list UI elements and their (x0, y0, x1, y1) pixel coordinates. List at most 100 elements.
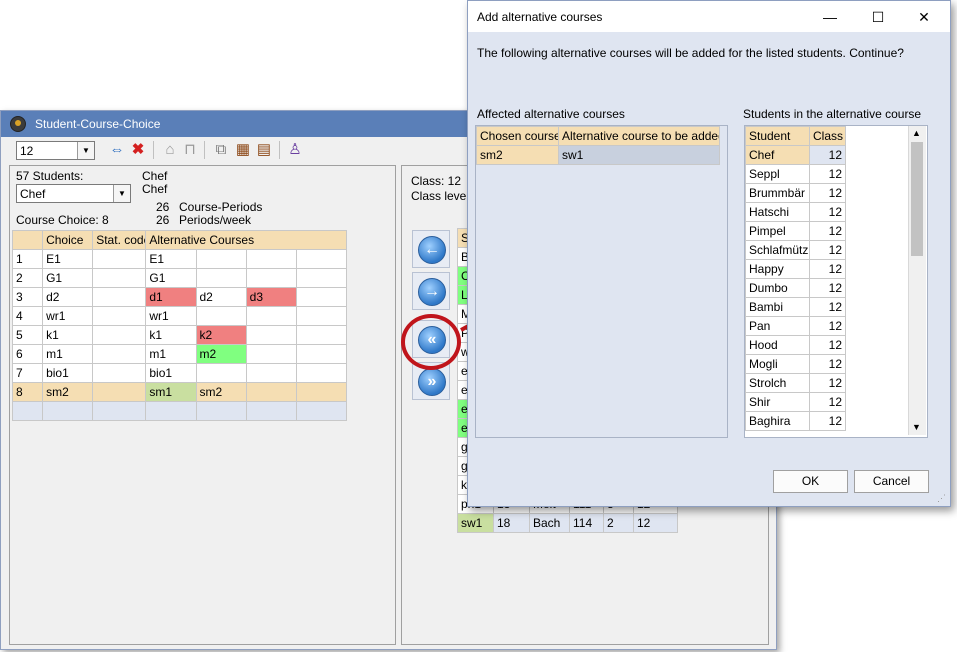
swap-arrows-icon[interactable]: ⇔ (108, 141, 126, 159)
class-cell[interactable]: 12 (809, 411, 846, 431)
move-left-button[interactable]: ← (412, 230, 450, 268)
alt-course-cell[interactable] (245, 363, 297, 383)
stat-code-cell[interactable] (92, 401, 147, 421)
student-cell[interactable]: Chef (745, 145, 810, 165)
table-row[interactable]: sw1 18 Bach 114 2 12 (457, 513, 679, 533)
table-row[interactable]: Bambi 12 (745, 297, 846, 317)
chosen-course-cell[interactable]: sm2 (476, 145, 559, 165)
alt-course-cell[interactable] (295, 401, 348, 421)
class-cell[interactable]: 12 (809, 221, 846, 241)
alt-course-cell[interactable] (195, 306, 247, 326)
alt-course-cell[interactable] (295, 249, 348, 269)
alt-course-cell[interactable]: sm1 (145, 382, 197, 402)
class-cell[interactable]: 12 (809, 297, 846, 317)
class-cell[interactable]: 12 (809, 164, 846, 184)
table-row[interactable]: Hatschi 12 (745, 202, 846, 222)
minimize-icon[interactable]: — (820, 9, 840, 25)
cancel-button[interactable]: Cancel (854, 470, 929, 493)
alt-course-cell[interactable]: m2 (195, 344, 247, 364)
table-row[interactable]: 7 bio1 bio1 (11, 363, 348, 383)
choice-cell[interactable]: bio1 (42, 363, 94, 383)
course-cell[interactable]: sw1 (457, 513, 494, 533)
copy-icon[interactable]: ⧉ (212, 141, 230, 159)
choice-cell[interactable]: k1 (42, 325, 94, 345)
class-cell[interactable]: 12 (809, 316, 846, 336)
student-cell[interactable]: Dumbo (745, 278, 810, 298)
column-header-student[interactable]: Student (745, 126, 810, 146)
close-icon[interactable]: ✕ (914, 9, 934, 26)
table-row[interactable]: 1 E1 E1 (11, 249, 348, 269)
maximize-icon[interactable]: ☐ (868, 9, 888, 26)
alt-course-cell[interactable] (295, 382, 348, 402)
alt-course-cell[interactable] (295, 287, 348, 307)
table-row[interactable]: Strolch 12 (745, 373, 846, 393)
stat-code-cell[interactable] (92, 287, 147, 307)
alt-course-cell[interactable]: k2 (195, 325, 247, 345)
choice-cell[interactable]: wr1 (42, 306, 94, 326)
alt-course-cell[interactable] (195, 249, 247, 269)
alt-course-cell[interactable]: G1 (145, 268, 197, 288)
chevron-down-icon[interactable]: ▼ (912, 422, 921, 432)
stat-code-cell[interactable] (92, 306, 147, 326)
column-header-choice[interactable]: Choice (42, 230, 94, 250)
alt-course-cell[interactable] (195, 401, 247, 421)
choice-cell[interactable]: E1 (42, 249, 94, 269)
chevron-up-icon[interactable]: ▲ (912, 128, 921, 138)
alt-course-cell[interactable]: d1 (145, 287, 197, 307)
table-row[interactable]: Shir 12 (745, 392, 846, 412)
table-row[interactable]: 5 k1 k1 k2 (11, 325, 348, 345)
alt-course-cell[interactable]: E1 (145, 249, 197, 269)
alt-course-cell[interactable]: d3 (245, 287, 297, 307)
person-settings-icon[interactable]: ♙ (286, 141, 304, 159)
student-cell[interactable]: Schlafmütz (745, 240, 810, 260)
students-scrollbar[interactable]: ▲ ▼ (908, 126, 926, 435)
choice-cell[interactable]: sm2 (42, 382, 94, 402)
column-header-stat-code[interactable]: Stat. code (92, 230, 147, 250)
table-row[interactable]: Mogli 12 (745, 354, 846, 374)
move-right-button[interactable]: → (412, 272, 450, 310)
table-row[interactable]: 6 m1 m1 m2 (11, 344, 348, 364)
class-cell[interactable]: 12 (809, 373, 846, 393)
choice-cell[interactable]: m1 (42, 344, 94, 364)
table-row[interactable]: 3 d2 d1 d2 d3 (11, 287, 348, 307)
alt-course-cell[interactable] (245, 249, 297, 269)
alt-course-cell[interactable] (295, 268, 348, 288)
alt-course-cell[interactable]: d2 (195, 287, 247, 307)
stat-code-cell[interactable] (92, 325, 147, 345)
column-header-chosen-course[interactable]: Chosen course (476, 126, 559, 146)
chevron-down-icon[interactable]: ▼ (77, 142, 94, 159)
alt-course-cell[interactable]: sw1 (558, 145, 720, 165)
student-cell[interactable]: Hatschi (745, 202, 810, 222)
alt-course-cell[interactable] (295, 325, 348, 345)
alt-course-cell[interactable]: sm2 (195, 382, 247, 402)
student-cell[interactable]: Shir (745, 392, 810, 412)
class-cell[interactable]: 12 (809, 354, 846, 374)
class-cell[interactable]: 12 (809, 278, 846, 298)
alt-course-cell[interactable] (195, 268, 247, 288)
student-cell[interactable]: Baghira (745, 411, 810, 431)
alt-course-cell[interactable] (245, 344, 297, 364)
alt-course-cell[interactable]: bio1 (145, 363, 197, 383)
stat-code-cell[interactable] (92, 249, 147, 269)
alt-course-cell[interactable]: k1 (145, 325, 197, 345)
table-row[interactable]: Schlafmütz 12 (745, 240, 846, 260)
people-icon[interactable]: ⌂ (161, 141, 179, 159)
table-row[interactable]: 4 wr1 wr1 (11, 306, 348, 326)
table-row[interactable] (11, 401, 348, 421)
table-row[interactable]: Baghira 12 (745, 411, 846, 431)
alt-course-cell[interactable] (245, 306, 297, 326)
alt-course-cell[interactable] (245, 401, 297, 421)
class-cell[interactable]: 12 (809, 259, 846, 279)
choice-cell[interactable]: d2 (42, 287, 94, 307)
alt-course-cell[interactable] (245, 382, 297, 402)
class-cell[interactable]: 12 (809, 202, 846, 222)
table-row[interactable]: Pimpel 12 (745, 221, 846, 241)
lock-icon[interactable]: ⊓ (181, 141, 199, 159)
class-cell[interactable]: 12 (809, 240, 846, 260)
table-row[interactable]: Pan 12 (745, 316, 846, 336)
choice-cell[interactable] (42, 401, 94, 421)
alt-course-cell[interactable] (145, 401, 197, 421)
class-cell[interactable]: 12 (809, 145, 846, 165)
student-cell[interactable]: Brummbär (745, 183, 810, 203)
course-cell[interactable]: 12 (632, 513, 679, 533)
